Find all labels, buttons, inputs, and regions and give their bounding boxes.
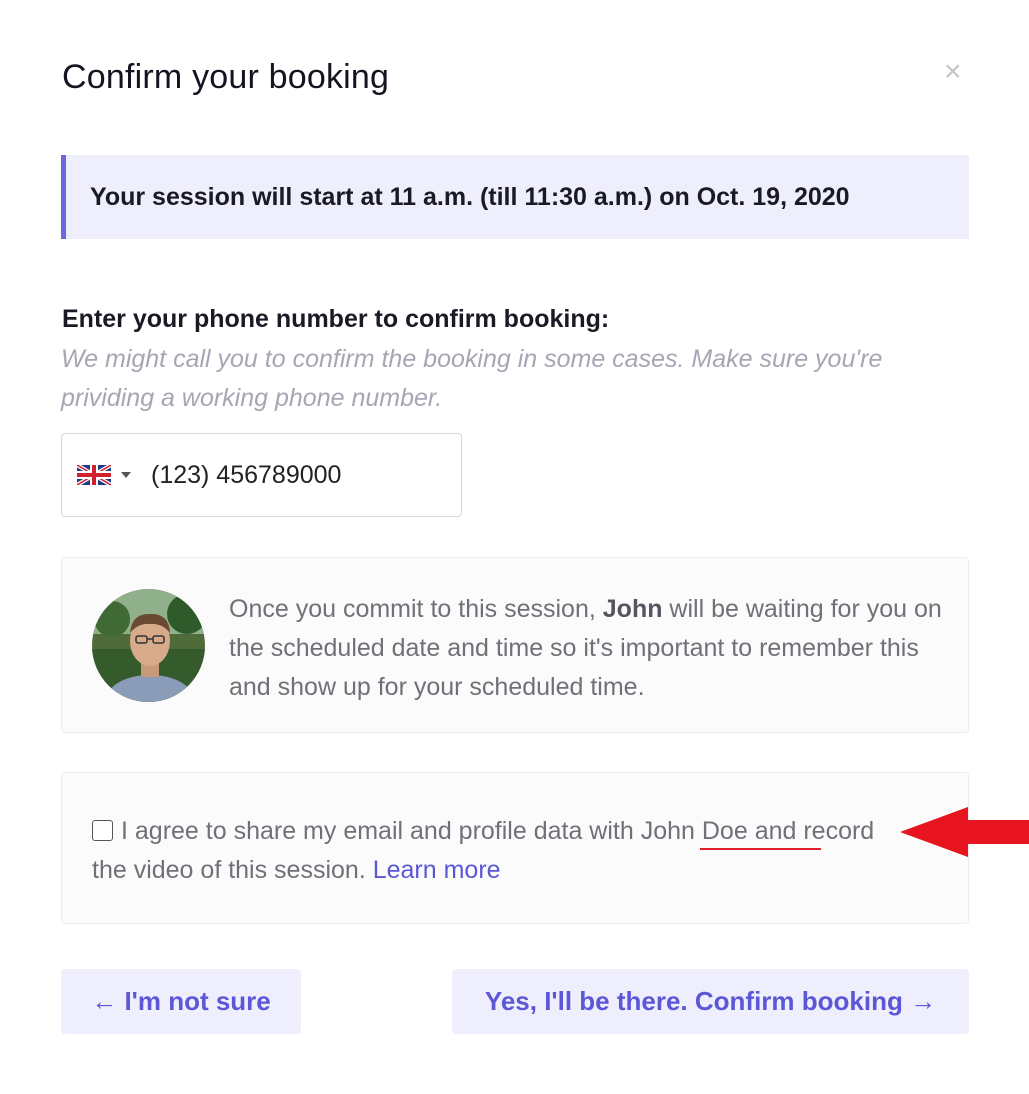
phone-input[interactable]: [151, 460, 431, 490]
session-time-banner: Your session will start at 11 a.m. (till…: [61, 155, 969, 239]
info-text-start: Once you commit to this session,: [229, 595, 603, 623]
not-sure-button[interactable]: ← I'm not sure: [61, 969, 301, 1034]
phone-hint: We might call you to confirm the booking…: [61, 345, 883, 412]
host-full-name: John Doe: [640, 817, 748, 845]
host-info-card: Once you commit to this session, John wi…: [61, 557, 969, 733]
agreement-card: I agree to share my email and profile da…: [61, 772, 969, 924]
agreement-text: I agree to share my email and profile da…: [92, 812, 912, 890]
modal-title: Confirm your booking: [62, 58, 390, 96]
agreement-text-start: I agree to share my email and profile da…: [121, 817, 641, 845]
learn-more-link[interactable]: Learn more: [373, 856, 501, 884]
avatar: [92, 589, 205, 702]
annotation-arrow-icon: [900, 807, 1029, 857]
annotation-underline: [700, 848, 821, 850]
chevron-down-icon[interactable]: [121, 472, 131, 478]
host-name: John: [602, 595, 663, 623]
phone-field[interactable]: [61, 433, 462, 517]
close-icon[interactable]: ×: [944, 56, 962, 88]
uk-flag-icon[interactable]: [77, 465, 111, 485]
confirm-booking-button[interactable]: Yes, I'll be there. Confirm booking →: [452, 969, 969, 1034]
session-time-text: Your session will start at 11 a.m. (till…: [90, 182, 850, 211]
host-info-text: Once you commit to this session, John wi…: [229, 590, 949, 707]
booking-modal: Confirm your booking × Your session will…: [0, 0, 1029, 1094]
phone-label: Enter your phone number to confirm booki…: [62, 305, 610, 333]
